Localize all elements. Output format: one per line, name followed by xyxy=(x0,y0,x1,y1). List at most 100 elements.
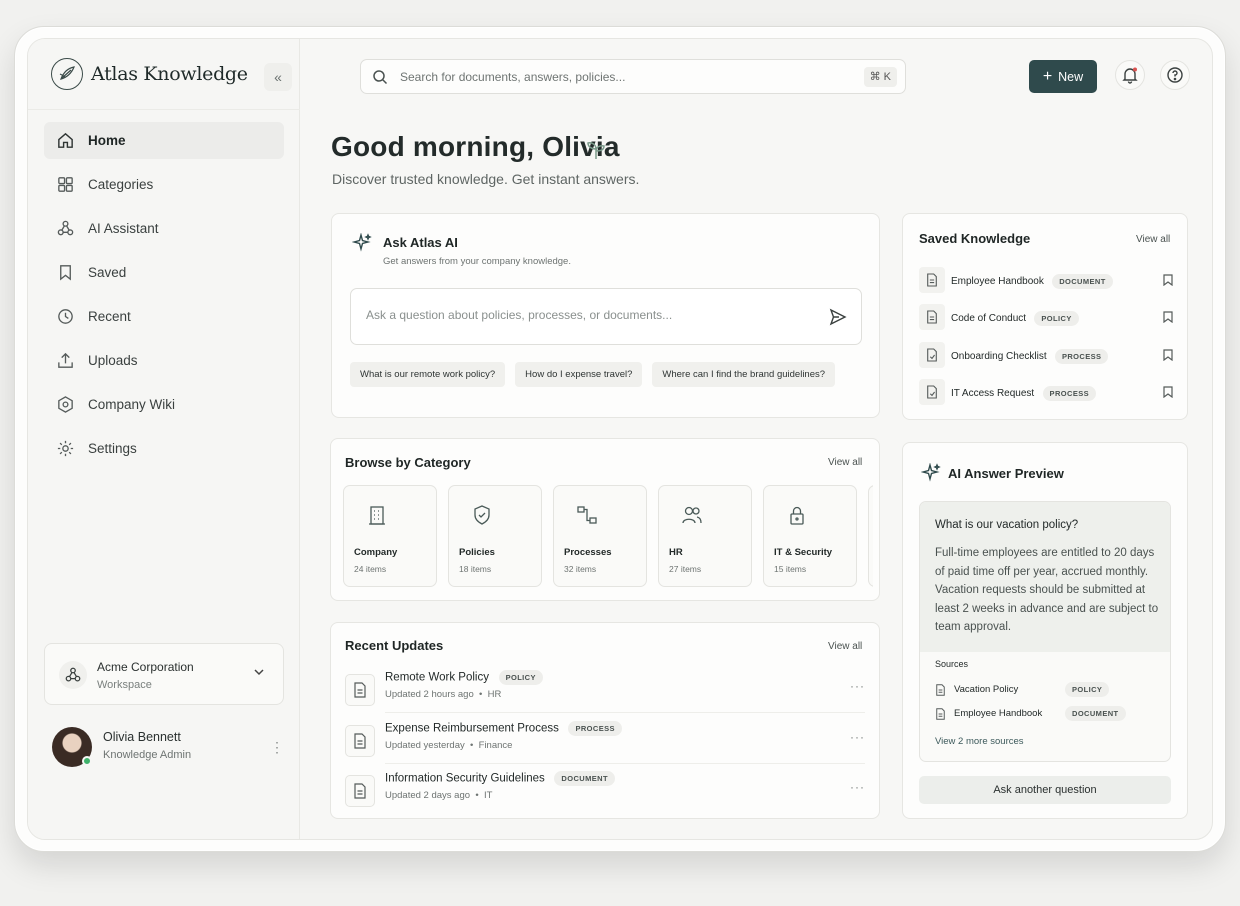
update-title: Remote Work Policy xyxy=(385,671,489,684)
preview-title: AI Answer Preview xyxy=(948,466,1064,481)
saved-item[interactable]: Code of Conduct POLICY xyxy=(919,304,1177,332)
category-count: 24 items xyxy=(354,564,387,574)
browse-title: Browse by Category xyxy=(345,455,471,470)
collapse-sidebar-button[interactable]: « xyxy=(264,63,292,91)
ai-assistant-icon xyxy=(57,220,74,236)
send-icon[interactable] xyxy=(829,308,847,326)
source-name: Employee Handbook xyxy=(954,708,1043,719)
sidebar-item-label: Settings xyxy=(88,441,137,456)
sidebar-item-ai-assistant[interactable]: AI Assistant xyxy=(44,210,284,247)
row-divider xyxy=(385,763,865,764)
gear-icon xyxy=(57,440,74,457)
people-icon xyxy=(682,506,702,524)
browse-category-card: Browse by Category View all Company 24 i… xyxy=(330,438,880,601)
user-name: Olivia Bennett xyxy=(103,730,181,744)
bookmark-icon[interactable] xyxy=(1163,349,1173,361)
sidebar-item-settings[interactable]: Settings xyxy=(44,430,284,467)
building-icon xyxy=(369,506,385,525)
update-title: Information Security Guidelines xyxy=(385,772,545,785)
ask-question-input[interactable]: Ask a question about policies, processes… xyxy=(350,288,862,345)
source-item[interactable]: Vacation Policy POLICY xyxy=(935,682,1110,697)
more-horizontal-icon[interactable]: ··· xyxy=(850,679,865,693)
document-icon xyxy=(345,725,375,757)
workspace-switcher[interactable]: Acme Corporation Workspace xyxy=(44,643,284,705)
bookmark-icon[interactable] xyxy=(1163,274,1173,286)
saved-item[interactable]: IT Access Request PROCESS xyxy=(919,379,1177,407)
sidebar-item-home[interactable]: Home xyxy=(44,122,284,159)
preview-answer: Full-time employees are entitled to 20 d… xyxy=(935,547,1159,633)
help-button[interactable] xyxy=(1160,60,1190,90)
saved-item[interactable]: Employee Handbook DOCUMENT xyxy=(919,267,1177,295)
more-horizontal-icon[interactable]: ··· xyxy=(850,730,865,744)
document-icon xyxy=(919,267,945,293)
flow-icon xyxy=(577,506,597,524)
user-role: Knowledge Admin xyxy=(103,749,192,761)
new-button-label: New xyxy=(1058,69,1084,84)
more-vertical-icon[interactable]: ⋮ xyxy=(270,739,284,756)
saved-item-name: Employee Handbook xyxy=(951,276,1044,288)
update-time: Updated yesterday xyxy=(385,740,465,751)
search-bar[interactable]: Search for documents, answers, policies.… xyxy=(360,59,906,94)
more-sources-link[interactable]: View 2 more sources xyxy=(935,736,1024,747)
suggestion-chip[interactable]: What is our remote work policy? xyxy=(350,362,506,387)
category-tile-policies[interactable]: Policies 18 items xyxy=(448,485,542,587)
list-item[interactable]: Information Security Guidelines DOCUMENT… xyxy=(345,771,865,817)
sparkle-icon xyxy=(352,233,372,252)
saved-item-name: Code of Conduct xyxy=(951,313,1027,325)
sidebar-item-uploads[interactable]: Uploads xyxy=(44,342,284,379)
saved-item[interactable]: Onboarding Checklist PROCESS xyxy=(919,342,1177,370)
ask-another-question-button[interactable]: Ask another question xyxy=(919,776,1171,804)
tag-badge: POLICY xyxy=(1034,311,1079,326)
recent-updates-card: Recent Updates View all Remote Work Poli… xyxy=(330,622,880,819)
update-dept: HR xyxy=(487,689,502,700)
page-title: Good morning, Olivia xyxy=(331,131,620,162)
category-name: Processes xyxy=(564,547,612,558)
search-shortcut: ⌘ K xyxy=(863,67,897,87)
search-placeholder: Search for documents, answers, policies.… xyxy=(400,70,626,84)
category-tile-overflow[interactable] xyxy=(868,485,873,587)
more-horizontal-icon[interactable]: ··· xyxy=(850,780,865,794)
category-tile-company[interactable]: Company 24 items xyxy=(343,485,437,587)
grid-icon xyxy=(58,177,73,192)
source-item[interactable]: Employee Handbook DOCUMENT xyxy=(935,706,1126,721)
category-name: Company xyxy=(354,547,398,558)
tag-badge: DOCUMENT xyxy=(554,771,615,786)
answer-box: What is our vacation policy? Full-time e… xyxy=(919,501,1171,762)
sidebar-item-recent[interactable]: Recent xyxy=(44,298,284,335)
workspace-icon xyxy=(59,661,87,689)
brand[interactable]: Atlas Knowledge xyxy=(51,58,248,90)
tag-badge: PROCESS xyxy=(1054,349,1109,364)
suggestion-chip[interactable]: Where can I find the brand guidelines? xyxy=(652,362,836,387)
bookmark-icon[interactable] xyxy=(1163,311,1173,323)
document-icon xyxy=(345,775,375,807)
bookmark-icon[interactable] xyxy=(1163,386,1173,398)
list-item[interactable]: Expense Reimbursement Process PROCESS Up… xyxy=(345,721,865,767)
view-all-link[interactable]: View all xyxy=(1136,234,1170,245)
preview-question: What is our vacation policy? xyxy=(935,519,1079,531)
category-tile-processes[interactable]: Processes 32 items xyxy=(553,485,647,587)
view-all-link[interactable]: View all xyxy=(828,457,862,468)
ask-ai-title: Ask Atlas AI xyxy=(383,235,458,250)
notifications-button[interactable] xyxy=(1115,60,1145,90)
sidebar-item-company-wiki[interactable]: Company Wiki xyxy=(44,386,284,423)
sidebar-item-saved[interactable]: Saved xyxy=(44,254,284,291)
sidebar-item-categories[interactable]: Categories xyxy=(44,166,284,203)
ask-ai-card: Ask Atlas AI Get answers from your compa… xyxy=(331,213,880,418)
view-all-link[interactable]: View all xyxy=(828,641,862,652)
new-button[interactable]: + New xyxy=(1029,60,1097,93)
category-tile-hr[interactable]: HR 27 items xyxy=(658,485,752,587)
category-count: 32 items xyxy=(564,564,597,574)
category-tile-it-security[interactable]: IT & Security 15 items xyxy=(763,485,857,587)
shield-check-icon xyxy=(474,505,490,525)
upload-icon xyxy=(58,352,73,368)
sidebar-item-label: Company Wiki xyxy=(88,397,176,412)
category-count: 15 items xyxy=(774,564,807,574)
sidebar-item-label: Recent xyxy=(88,309,131,324)
list-item[interactable]: Remote Work Policy POLICY Updated 2 hour… xyxy=(345,670,865,716)
page-subtitle: Discover trusted knowledge. Get instant … xyxy=(332,171,640,187)
suggestion-chip[interactable]: How do I expense travel? xyxy=(515,362,643,387)
user-profile[interactable]: Olivia Bennett Knowledge Admin ⋮ xyxy=(52,727,284,769)
app-window: Atlas Knowledge « Home Categories AI Ass… xyxy=(27,38,1213,840)
saved-item-name: IT Access Request xyxy=(951,388,1035,400)
category-count: 27 items xyxy=(669,564,702,574)
